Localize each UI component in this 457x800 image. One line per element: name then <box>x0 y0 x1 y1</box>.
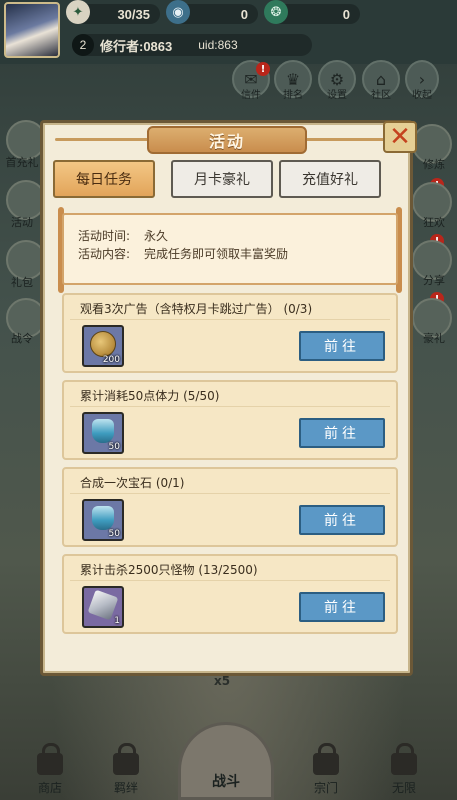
reward-slot[interactable]: 50 <box>82 412 124 454</box>
settings-label: 设置 <box>327 90 347 101</box>
battle-pass-label: 战令 <box>11 332 33 345</box>
reward-count: 1 <box>114 616 120 626</box>
reward-slot[interactable]: 50 <box>82 499 124 541</box>
tab-daily-tasks[interactable]: 每日任务 <box>53 160 155 198</box>
stamina-icon: ✦ <box>66 0 90 24</box>
activity-dialog: 活动 ✕ 每日任务 月卡豪礼 充值好礼 活动时间: 永久 活动内容: 完成任务即… <box>40 120 417 676</box>
potion-icon <box>92 418 114 443</box>
first-recharge-label: 首充礼 <box>5 156 39 169</box>
nav-infinite[interactable]: 无限 <box>374 730 434 800</box>
top-bar: 30/35 ✦ 0 ◉ 0 ❂ 2 修行者:0863 uid:863 <box>0 0 457 64</box>
cultivate-label: 修炼 <box>423 158 445 171</box>
task-card: 累计消耗50点体力 (5/50) 50 前往 <box>62 380 398 460</box>
community-label: 社区 <box>371 90 391 101</box>
activity-info: 活动时间: 永久 活动内容: 完成任务即可领取丰富奖励 <box>62 213 398 285</box>
activity-content-key: 活动内容: <box>78 247 131 261</box>
task-title: 累计击杀2500只怪物 (13/2500) <box>80 563 258 577</box>
rank-label: 排名 <box>283 90 303 101</box>
player-info: 2 修行者:0863 uid:863 <box>72 34 312 56</box>
multiplier-label: x5 <box>214 674 231 688</box>
task-title: 合成一次宝石 (0/1) <box>80 476 185 490</box>
task-title: 累计消耗50点体力 (5/50) <box>80 389 220 403</box>
activity-content-value: 完成任务即可领取丰富奖励 <box>144 247 289 261</box>
lock-icon <box>37 743 63 775</box>
stamina-value: 30/35 <box>117 6 150 22</box>
coin-icon <box>90 330 116 357</box>
tab-recharge-gift[interactable]: 充值好礼 <box>279 160 381 198</box>
task-divider <box>70 580 390 581</box>
nav-sect[interactable]: 宗门 <box>296 730 356 800</box>
task-card: 观看3次广告（含特权月卡跳过广告） (0/3) 200 前往 <box>62 293 398 373</box>
task-divider <box>70 319 390 320</box>
currency-a-value: 0 <box>240 6 248 22</box>
close-button[interactable]: ✕ <box>383 121 417 153</box>
luxury-gift-label: 豪礼 <box>423 332 445 345</box>
activity-time-value: 永久 <box>144 229 169 243</box>
player-uid: uid:863 <box>198 38 238 52</box>
task-divider <box>70 406 390 407</box>
lock-icon <box>113 743 139 775</box>
title-ornament-right <box>305 138 385 141</box>
spirit-icon: ◉ <box>166 0 190 24</box>
go-button[interactable]: 前往 <box>299 592 385 622</box>
close-icon: ✕ <box>389 122 411 152</box>
reward-count: 50 <box>108 529 120 539</box>
go-button[interactable]: 前往 <box>299 418 385 448</box>
avatar[interactable] <box>4 2 60 58</box>
task-card: 合成一次宝石 (0/1) 50 前往 <box>62 467 398 547</box>
carnival-label: 狂欢 <box>423 216 445 229</box>
task-title: 观看3次广告（含特权月卡跳过广告） (0/3) <box>80 302 313 316</box>
nav-bond[interactable]: 羁绊 <box>96 730 156 800</box>
nav-infinite-label: 无限 <box>391 781 416 795</box>
task-card: 累计击杀2500只怪物 (13/2500) 1 前往 <box>62 554 398 634</box>
battle-label: 战斗 <box>212 774 240 790</box>
potion-icon <box>92 505 114 530</box>
dialog-title: 活动 <box>147 126 307 154</box>
go-button[interactable]: 前往 <box>299 331 385 361</box>
currency-b-value: 0 <box>342 6 350 22</box>
lock-icon <box>313 743 339 775</box>
reward-slot[interactable]: 200 <box>82 325 124 367</box>
player-name: 修行者:0863 <box>100 38 173 54</box>
event-side-label: 活动 <box>11 216 33 229</box>
reward-slot[interactable]: 1 <box>82 586 124 628</box>
mail-label: 信件 <box>241 90 261 101</box>
reward-count: 200 <box>102 355 120 365</box>
dialog-tabs: 每日任务 月卡豪礼 充值好礼 <box>53 160 403 200</box>
reward-count: 50 <box>108 442 120 452</box>
go-button[interactable]: 前往 <box>299 505 385 535</box>
level-badge: 2 <box>72 34 94 56</box>
task-divider <box>70 493 390 494</box>
jade-icon: ❂ <box>264 0 288 24</box>
tab-monthly-card[interactable]: 月卡豪礼 <box>171 160 273 198</box>
nav-bond-label: 羁绊 <box>113 781 138 795</box>
nav-shop[interactable]: 商店 <box>20 730 80 800</box>
title-ornament-left <box>55 138 149 141</box>
collapse-label: 收起 <box>412 90 432 101</box>
nav-sect-label: 宗门 <box>313 781 338 795</box>
nav-shop-label: 商店 <box>37 781 62 795</box>
gift-pack-label: 礼包 <box>11 276 33 289</box>
share-label: 分享 <box>423 274 445 287</box>
mail-alert-badge: ! <box>256 62 270 76</box>
activity-time-key: 活动时间: <box>78 229 131 243</box>
lock-icon <box>391 743 417 775</box>
